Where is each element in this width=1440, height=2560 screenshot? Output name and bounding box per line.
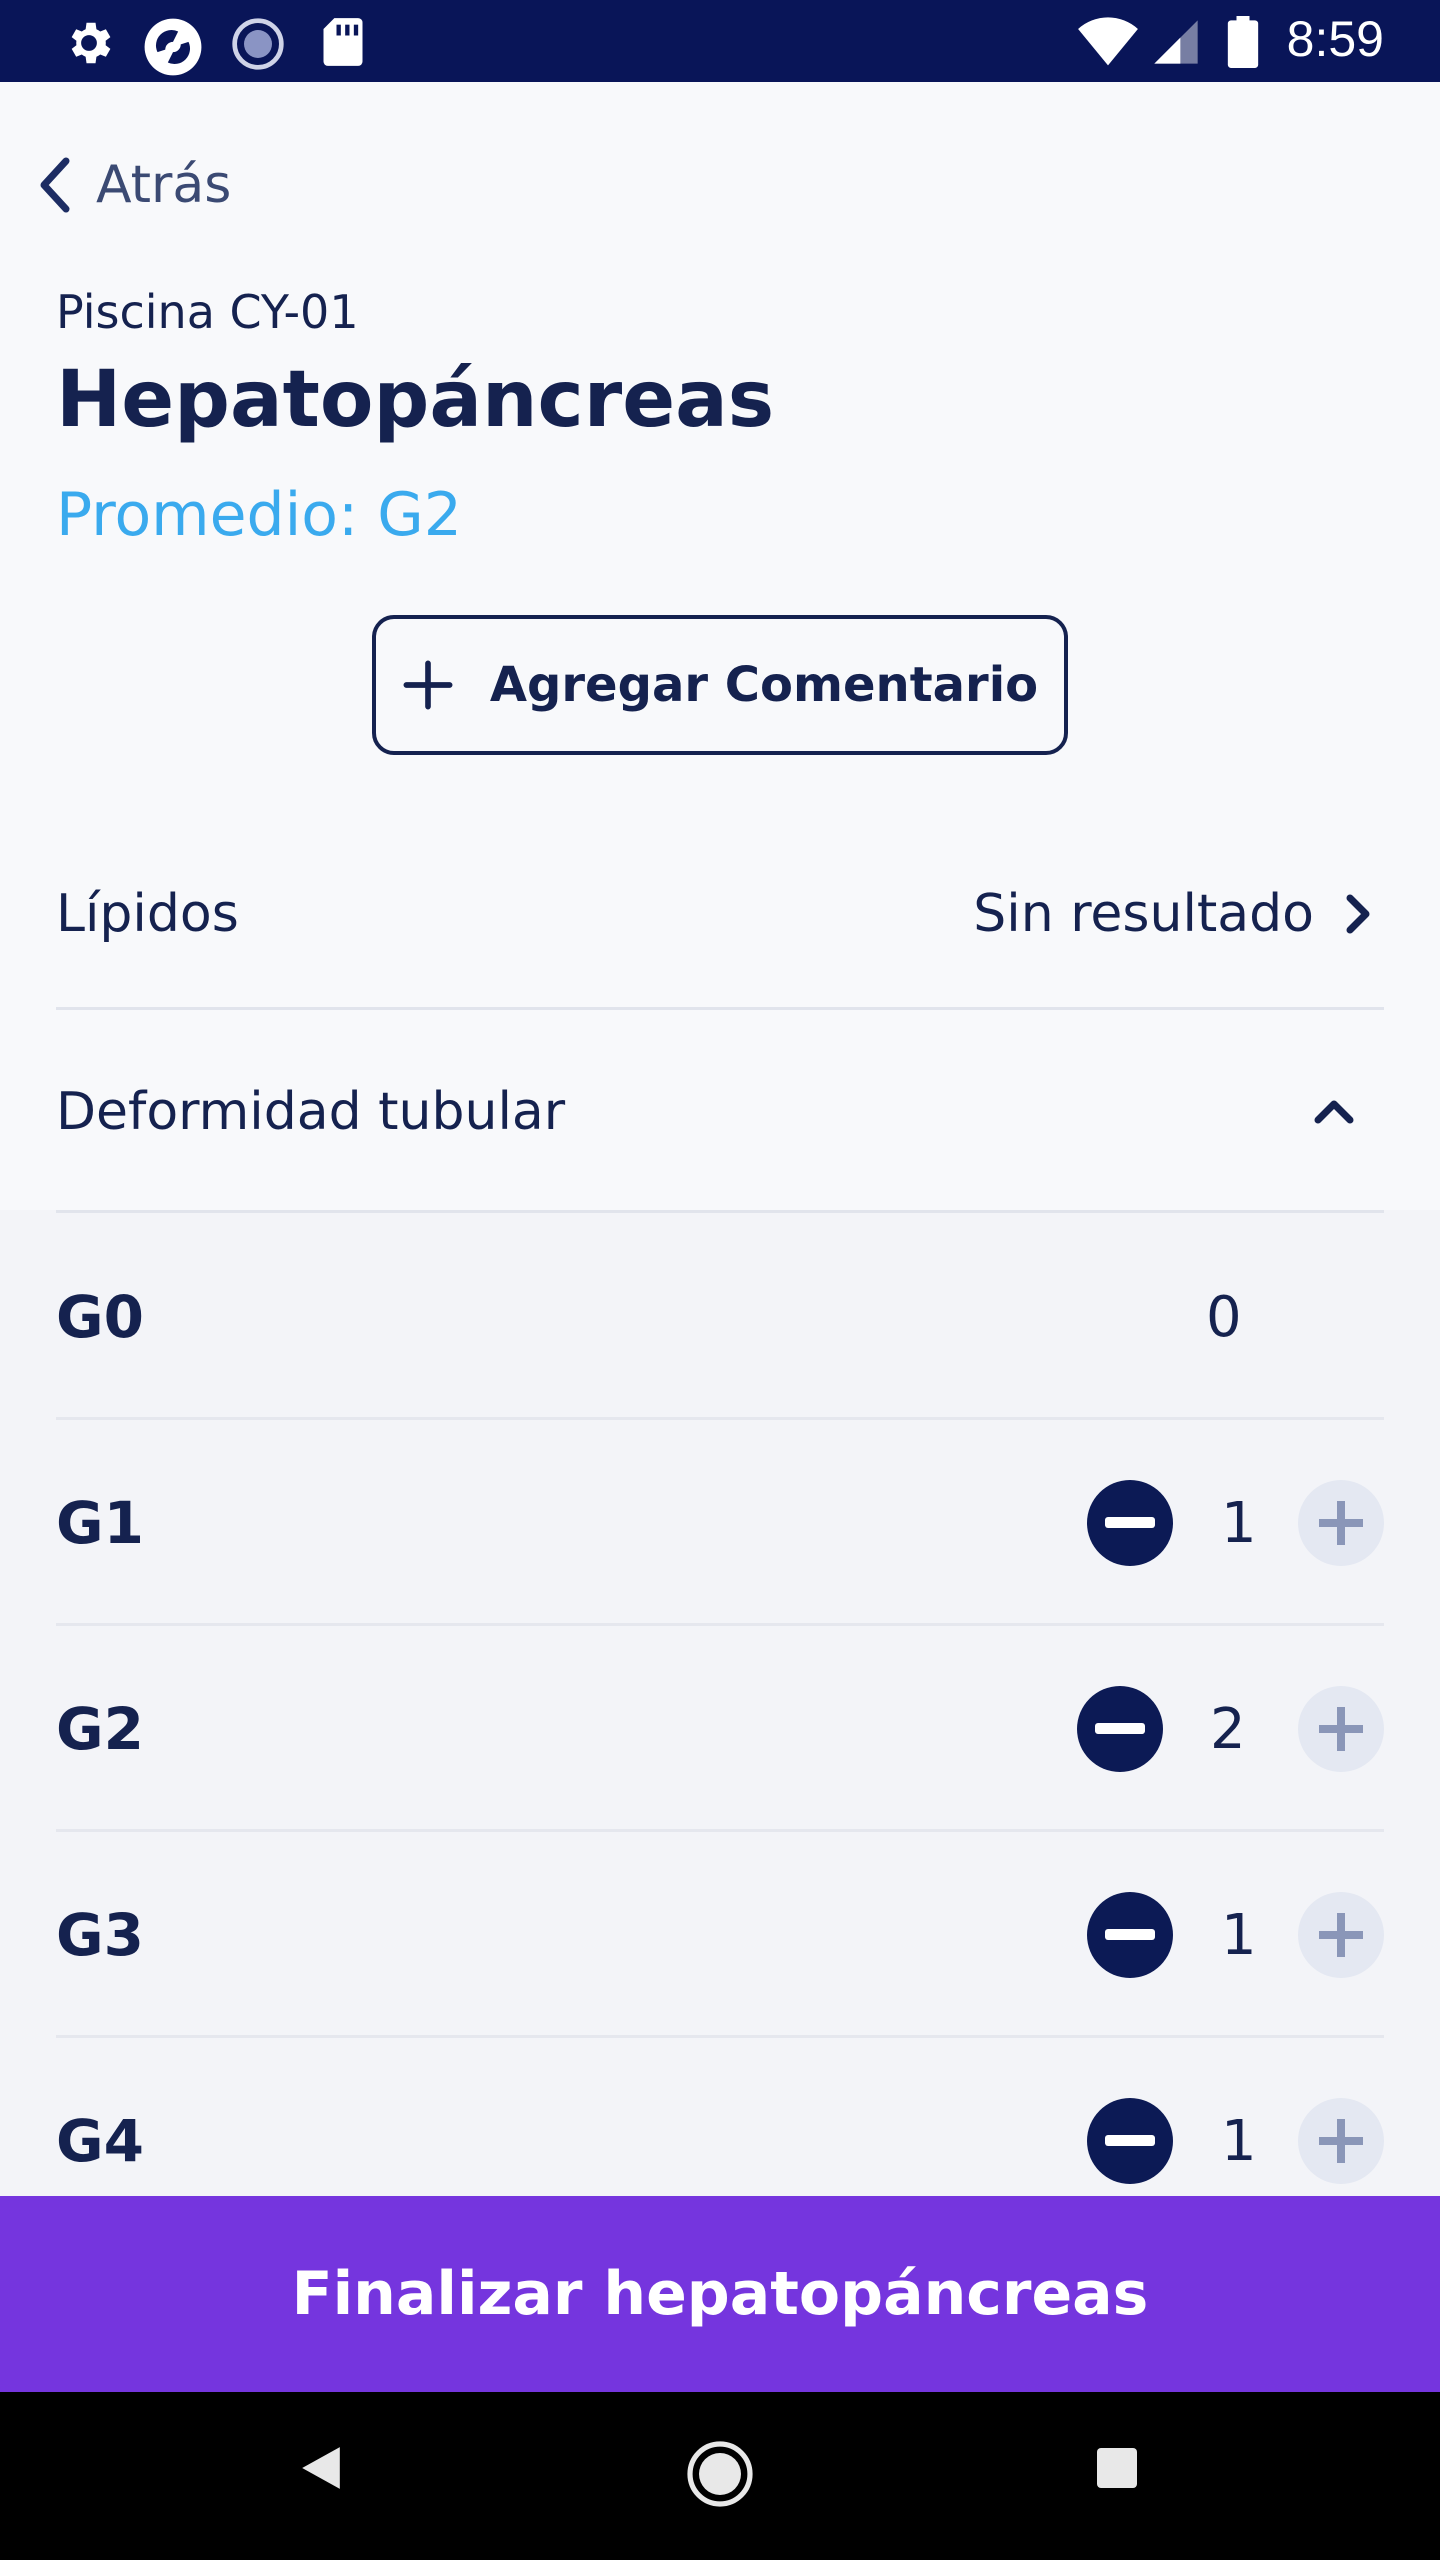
- chevron-up-icon: [1314, 1100, 1354, 1124]
- app-icon: [144, 18, 202, 76]
- decrement-button[interactable]: [1087, 1892, 1173, 1978]
- divider: [56, 1007, 1384, 1010]
- page-title: Hepatopáncreas: [56, 355, 775, 445]
- increment-button[interactable]: [1298, 1480, 1384, 1566]
- increment-button[interactable]: [1298, 1686, 1384, 1772]
- grade-row-g3: G3 1: [56, 1832, 1384, 2038]
- increment-button[interactable]: [1298, 2098, 1384, 2184]
- decrement-button[interactable]: [1077, 1686, 1163, 1772]
- tubular-deformity-label: Deformidad tubular: [56, 1082, 566, 1142]
- grade-count: 0: [1206, 1284, 1242, 1350]
- lipids-label: Lípidos: [56, 884, 239, 944]
- pool-name: Piscina CY-01: [56, 285, 359, 339]
- grade-count: 1: [1221, 1490, 1257, 1556]
- sync-icon: [232, 18, 284, 70]
- decrement-button[interactable]: [1087, 1480, 1173, 1566]
- lipids-value: Sin resultado: [973, 884, 1314, 944]
- wifi-icon: [1078, 17, 1138, 66]
- grade-label: G2: [56, 1695, 144, 1763]
- grade-row-g0: G0 0: [56, 1214, 1384, 1420]
- grade-row-g1: G1 1: [56, 1420, 1384, 1626]
- lipids-result: Sin resultado: [973, 884, 1384, 944]
- grade-row-g2: G2 2: [56, 1626, 1384, 1832]
- grade-count: 1: [1221, 1902, 1257, 1968]
- lipids-row[interactable]: Lípidos Sin resultado: [56, 866, 1384, 962]
- tubular-deformity-row[interactable]: Deformidad tubular: [56, 1064, 1384, 1160]
- navigation-bar: [0, 2392, 1440, 2560]
- grade-label: G1: [56, 1489, 144, 1557]
- grades-section: G0 0 G1 1 G2 2 G3 1 G4 1: [0, 1210, 1440, 2210]
- chevron-right-icon: [1346, 894, 1370, 934]
- recents-nav-icon[interactable]: [1095, 2446, 1139, 2490]
- decrement-button[interactable]: [1087, 2098, 1173, 2184]
- settings-icon: [71, 22, 111, 64]
- grade-count: 2: [1210, 1696, 1246, 1762]
- status-bar: 8:59: [0, 0, 1440, 82]
- increment-button[interactable]: [1298, 1892, 1384, 1978]
- finish-button[interactable]: Finalizar hepatopáncreas: [0, 2196, 1440, 2392]
- divider: [56, 1210, 1384, 1213]
- add-comment-button[interactable]: Agregar Comentario: [372, 615, 1068, 755]
- sd-card-icon: [323, 18, 363, 66]
- grade-label: G3: [56, 1901, 144, 1969]
- add-comment-label: Agregar Comentario: [489, 657, 1039, 713]
- back-label: Atrás: [96, 155, 232, 215]
- clock: 8:59: [1286, 11, 1384, 67]
- back-nav-icon[interactable]: [298, 2442, 344, 2494]
- back-button[interactable]: Atrás: [36, 150, 231, 220]
- battery-icon: [1227, 16, 1259, 68]
- home-nav-icon[interactable]: [686, 2440, 754, 2508]
- plus-icon: [403, 660, 453, 710]
- average-grade: Promedio: G2: [56, 480, 462, 550]
- signal-icon: [1154, 20, 1198, 64]
- grade-label: G0: [56, 1283, 144, 1351]
- chevron-left-icon: [40, 157, 70, 213]
